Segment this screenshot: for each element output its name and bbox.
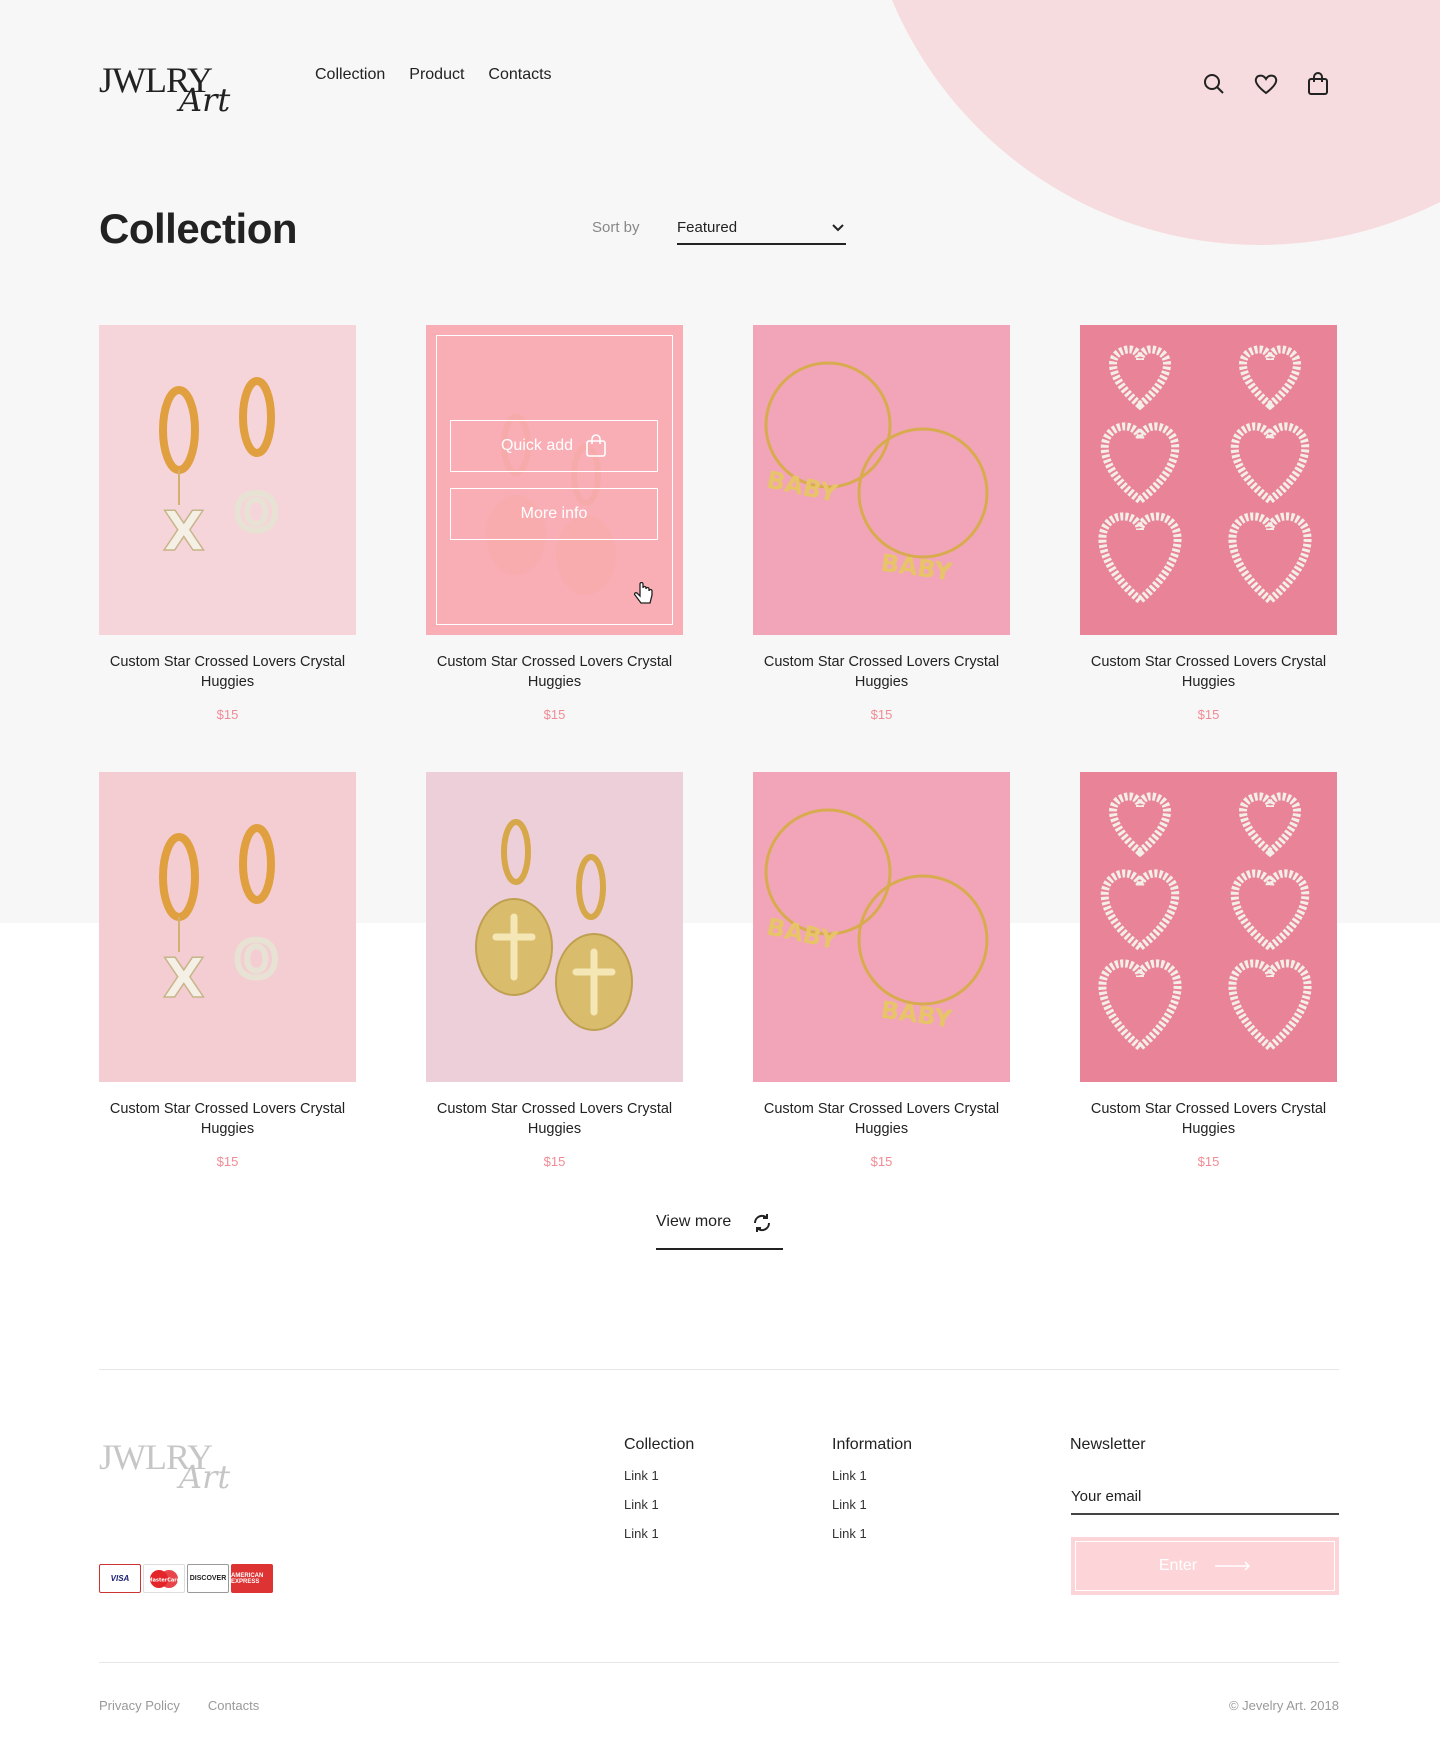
footer-column-title: Collection	[624, 1436, 695, 1453]
product-image[interactable]: BABY BABY	[753, 325, 1010, 635]
svg-text:X: X	[163, 947, 205, 1010]
product-card[interactable]: BABY BABY Custom Star Crossed Lovers Cry…	[753, 325, 1010, 772]
newsletter-title: Newsletter	[1070, 1436, 1146, 1453]
footer-link[interactable]: Link 1	[832, 1468, 912, 1483]
product-price: $15	[543, 1154, 566, 1169]
footer-logo[interactable]: JWLRY Art	[99, 1436, 249, 1496]
sort-value: Featured	[677, 219, 738, 236]
legal-links: Privacy Policy Contacts	[99, 1698, 259, 1713]
footer-column-title: Information	[832, 1436, 913, 1453]
product-price: $15	[216, 1154, 239, 1169]
more-info-label: More info	[520, 505, 588, 522]
product-grid: X O Custom Star Crossed Lovers Crystal H…	[99, 325, 1339, 1219]
more-info-button[interactable]: More info	[450, 488, 658, 540]
product-card[interactable]: Custom Star Crossed Lovers Crystal Huggi…	[1080, 772, 1337, 1219]
product-image[interactable]	[1080, 772, 1337, 1082]
newsletter-submit-button[interactable]: Enter	[1071, 1537, 1339, 1595]
product-price: $15	[1197, 1154, 1220, 1169]
search-icon[interactable]	[1200, 70, 1228, 98]
sort-label: Sort by	[592, 219, 640, 236]
mastercard-icon: MasterCard	[143, 1564, 185, 1593]
svg-text:O: O	[235, 484, 278, 542]
nav-collection[interactable]: Collection	[315, 66, 385, 84]
footer-bottom-divider	[99, 1662, 1339, 1663]
contacts-link[interactable]: Contacts	[208, 1698, 259, 1713]
arrow-right-icon	[1215, 1561, 1251, 1571]
product-card[interactable]: BABY BABY Custom Star Crossed Lovers Cry…	[753, 772, 1010, 1219]
product-card[interactable]: X O Custom Star Crossed Lovers Crystal H…	[99, 772, 356, 1219]
footer-link[interactable]: Link 1	[624, 1526, 694, 1541]
product-image[interactable]: X O	[99, 772, 356, 1082]
product-price: $15	[543, 707, 566, 722]
bag-icon[interactable]	[1304, 70, 1332, 98]
product-price: $15	[1197, 707, 1220, 722]
footer-link[interactable]: Link 1	[624, 1497, 694, 1512]
product-name[interactable]: Custom Star Crossed Lovers Crystal Huggi…	[426, 652, 683, 692]
product-name[interactable]: Custom Star Crossed Lovers Crystal Huggi…	[1080, 1099, 1337, 1139]
newsletter-column: Newsletter	[1070, 1436, 1146, 1468]
payment-methods: VISA MasterCard DISCOVER AMERICAN EXPRES…	[99, 1564, 273, 1593]
product-name[interactable]: Custom Star Crossed Lovers Crystal Huggi…	[426, 1099, 683, 1139]
email-field[interactable]	[1071, 1480, 1339, 1515]
view-more-button[interactable]: View more	[656, 1213, 783, 1250]
footer-logo-script: Art	[179, 1458, 231, 1496]
product-image[interactable]	[1080, 325, 1337, 635]
sort-dropdown[interactable]: Featured	[677, 214, 846, 245]
product-card[interactable]: Custom Star Crossed Lovers Crystal Huggi…	[1080, 325, 1337, 772]
discover-icon: DISCOVER	[187, 1564, 229, 1593]
svg-text:MasterCard: MasterCard	[148, 1577, 181, 1583]
product-price: $15	[870, 707, 893, 722]
heart-icon[interactable]	[1252, 70, 1280, 98]
product-price: $15	[870, 1154, 893, 1169]
footer-link[interactable]: Link 1	[832, 1497, 912, 1512]
svg-text:X: X	[163, 500, 205, 563]
product-name[interactable]: Custom Star Crossed Lovers Crystal Huggi…	[99, 652, 356, 692]
product-name[interactable]: Custom Star Crossed Lovers Crystal Huggi…	[753, 652, 1010, 692]
enter-label: Enter	[1158, 1557, 1198, 1574]
product-image[interactable]: BABY BABY	[753, 772, 1010, 1082]
svg-text:O: O	[235, 931, 278, 989]
page-title: Collection	[99, 205, 298, 252]
refresh-icon	[754, 1214, 771, 1232]
product-card[interactable]: Quick add More info Custom Star Crossed …	[426, 325, 683, 772]
logo-script: Art	[179, 81, 231, 119]
header-actions	[1200, 70, 1332, 98]
product-image[interactable]: Quick add More info	[426, 325, 683, 635]
amex-icon: AMERICAN EXPRESS	[231, 1564, 273, 1593]
view-more-label: View more	[656, 1213, 732, 1230]
product-name[interactable]: Custom Star Crossed Lovers Crystal Huggi…	[1080, 652, 1337, 692]
product-image[interactable]	[426, 772, 683, 1082]
product-card[interactable]: X O Custom Star Crossed Lovers Crystal H…	[99, 325, 356, 772]
bag-icon	[586, 434, 606, 457]
product-hover-overlay: Quick add More info	[426, 325, 683, 635]
product-card[interactable]: Custom Star Crossed Lovers Crystal Huggi…	[426, 772, 683, 1219]
nav-product[interactable]: Product	[409, 66, 464, 84]
product-price: $15	[216, 707, 239, 722]
chevron-down-icon	[832, 224, 844, 232]
hand-cursor-icon	[633, 582, 653, 604]
product-name[interactable]: Custom Star Crossed Lovers Crystal Huggi…	[753, 1099, 1010, 1139]
visa-icon: VISA	[99, 1564, 141, 1593]
footer-information-column: Information Link 1 Link 1 Link 1	[832, 1436, 912, 1555]
quick-add-button[interactable]: Quick add	[450, 420, 658, 472]
footer-divider	[99, 1369, 1339, 1370]
logo[interactable]: JWLRY Art	[99, 62, 249, 122]
product-image[interactable]: X O	[99, 325, 356, 635]
product-name[interactable]: Custom Star Crossed Lovers Crystal Huggi…	[99, 1099, 356, 1139]
privacy-policy-link[interactable]: Privacy Policy	[99, 1698, 180, 1713]
quick-add-label: Quick add	[500, 437, 574, 454]
copyright: © Jevelry Art. 2018	[1228, 1698, 1339, 1713]
footer-link[interactable]: Link 1	[832, 1526, 912, 1541]
nav-contacts[interactable]: Contacts	[488, 66, 551, 84]
footer-collection-column: Collection Link 1 Link 1 Link 1	[624, 1436, 694, 1555]
main-nav: Collection Product Contacts	[315, 66, 552, 84]
footer-link[interactable]: Link 1	[624, 1468, 694, 1483]
